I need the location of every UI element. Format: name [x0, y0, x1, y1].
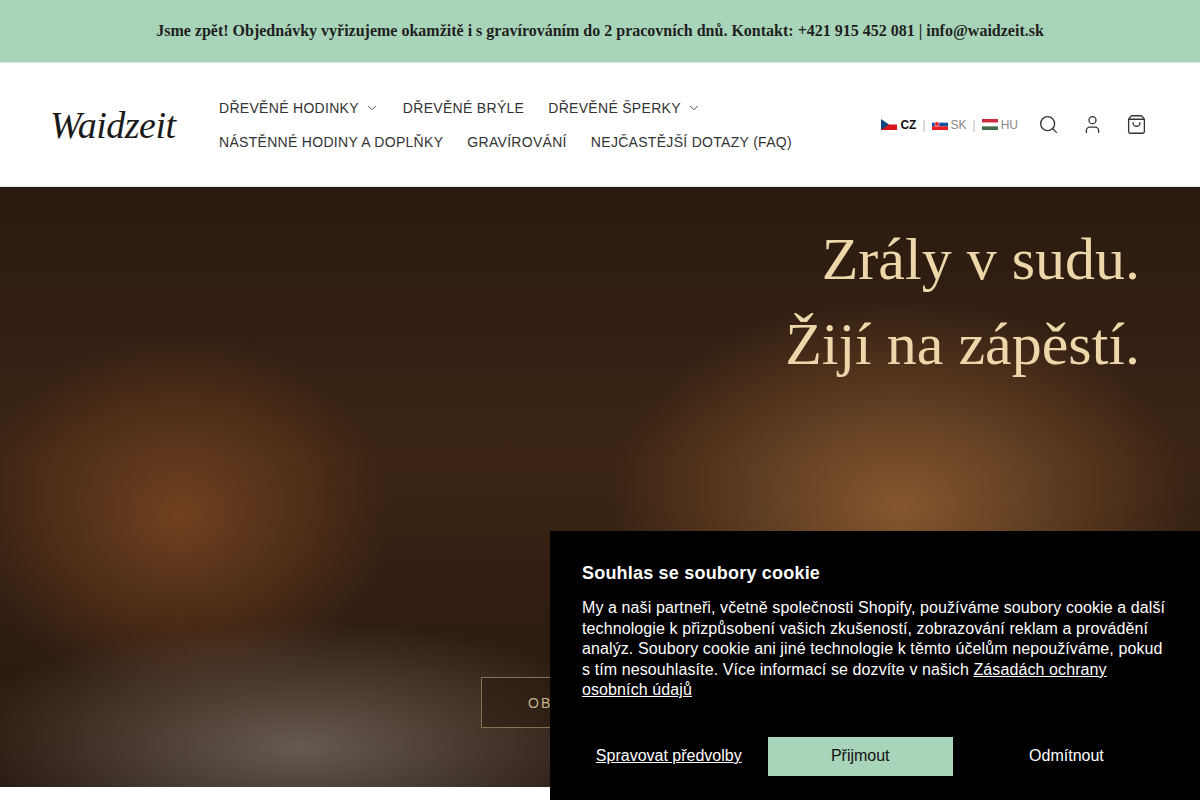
language-option[interactable]: CZ: [881, 118, 916, 132]
nav-item[interactable]: NEJČASTĚJŠÍ DOTAZY (FAQ): [591, 134, 792, 150]
czech-flag-icon: [881, 119, 897, 130]
privacy-link[interactable]: Zásadách ochrany osobních údajů: [582, 661, 1107, 699]
language-switch: CZ | SK | HU: [881, 118, 1018, 132]
nav-row: DŘEVĚNÉ HODINKY DŘEVĚNÉ BRÝLE DŘEVĚNÉ ŠPER…: [219, 100, 881, 116]
search-icon: [1038, 114, 1059, 135]
cookie-title: Souhlas se soubory cookie: [582, 563, 1168, 584]
cookie-button[interactable]: Spravovat předvolby: [582, 737, 756, 776]
cookie-text: My a naši partneři, včetně společnosti S…: [582, 598, 1168, 701]
language-option[interactable]: SK: [932, 118, 967, 132]
search-button[interactable]: [1034, 111, 1062, 139]
chevron-down-icon: [365, 101, 379, 115]
cookie-button[interactable]: Odmítnout: [965, 737, 1168, 776]
nav-item[interactable]: DŘEVĚNÉ HODINKY: [219, 100, 379, 116]
account-button[interactable]: [1078, 111, 1106, 139]
hero-headline: Zrály v sudu.: [822, 217, 1140, 302]
nav-item[interactable]: GRAVÍROVÁNÍ: [467, 134, 567, 150]
logo[interactable]: Waidzeit: [50, 103, 219, 147]
slovak-flag-icon: [932, 119, 948, 130]
hungarian-flag-icon: [982, 119, 998, 130]
nav-item[interactable]: NÁSTĚNNÉ HODINY A DOPLŇKY: [219, 134, 443, 150]
cookie-buttons: Spravovat předvolby Přijmout Odmítnout: [582, 737, 1168, 776]
cookie-button[interactable]: Přijmout: [768, 737, 953, 776]
nav-item[interactable]: DŘEVĚNÉ ŠPERKY: [548, 100, 701, 116]
chevron-down-icon: [687, 101, 701, 115]
user-icon: [1082, 114, 1103, 135]
language-separator: |: [922, 118, 925, 132]
header: WaidzeitDŘEVĚNÉ HODINKYDŘEVĚNÉ BRÝLEDŘEV…: [0, 62, 1200, 187]
cart-button[interactable]: [1122, 111, 1150, 139]
main-nav: DŘEVĚNÉ HODINKY DŘEVĚNÉ BRÝLE DŘEVĚNÉ ŠPER…: [219, 100, 881, 150]
page: Jsme zpět! Objednávky vyřizujeme okamžit…: [0, 0, 1200, 800]
bag-icon: [1126, 114, 1147, 135]
nav-item[interactable]: DŘEVĚNÉ BRÝLE: [403, 100, 524, 116]
header-actions: CZ | SK | HU: [881, 111, 1150, 139]
announcement-bar: Jsme zpět! Objednávky vyřizujeme okamžit…: [0, 0, 1200, 62]
nav-row: NÁSTĚNNÉ HODINY A DOPLŇKY GRAVÍROVÁNÍ NEJČ…: [219, 134, 881, 150]
language-separator: |: [973, 118, 976, 132]
hero-headline: Žijí na zápěstí.: [785, 302, 1140, 387]
cookie-banner: Souhlas se soubory cookie My a naši partn…: [550, 531, 1200, 800]
language-option[interactable]: HU: [982, 118, 1018, 132]
